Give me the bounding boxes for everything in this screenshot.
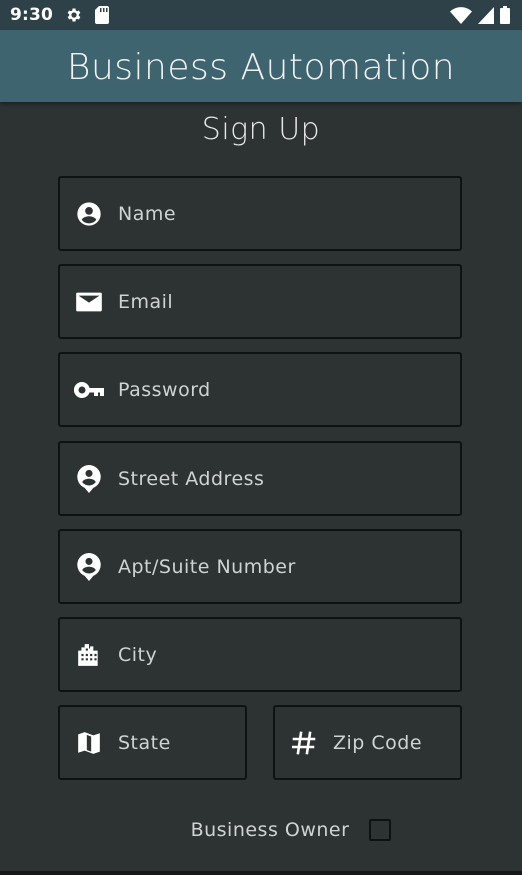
app-bar: Business Automation [0,30,522,102]
account-circle-icon [74,199,104,229]
state-field[interactable]: State [58,705,247,780]
zip-code-placeholder: Zip Code [333,731,423,754]
email-placeholder: Email [118,290,174,313]
bottom-edge-divider [0,871,522,875]
settings-gear-icon [65,6,83,24]
status-bar-right [450,6,510,24]
location-pin-icon [74,552,104,582]
sd-card-icon [95,6,110,24]
location-pin-icon [74,464,104,494]
apt-suite-placeholder: Apt/Suite Number [118,555,296,578]
zip-code-field[interactable]: Zip Code [273,705,462,780]
app-title: Business Automation [66,46,456,88]
street-address-placeholder: Street Address [118,467,265,490]
city-placeholder: City [118,643,158,666]
business-owner-label: Business Owner [190,819,350,841]
password-placeholder: Password [118,378,211,401]
password-field[interactable]: Password [58,352,462,427]
city-buildings-icon [74,640,104,670]
battery-icon [500,6,510,24]
business-owner-row: Business Owner [0,816,522,844]
email-field[interactable]: Email [58,264,462,339]
state-placeholder: State [118,731,171,754]
status-bar: 9:30 [0,0,522,30]
status-time: 9:30 [10,5,54,25]
page-title: Sign Up [201,112,321,147]
hash-icon [289,728,319,758]
city-field[interactable]: City [58,617,462,692]
wifi-icon [450,6,472,24]
map-icon [74,728,104,758]
apt-suite-field[interactable]: Apt/Suite Number [58,529,462,604]
street-address-field[interactable]: Street Address [58,441,462,516]
key-icon [74,375,104,405]
status-bar-left: 9:30 [10,5,110,25]
name-placeholder: Name [118,202,177,225]
business-owner-checkbox[interactable] [369,819,392,841]
signal-icon [478,6,494,24]
name-field[interactable]: Name [58,176,462,251]
email-icon [74,287,104,317]
